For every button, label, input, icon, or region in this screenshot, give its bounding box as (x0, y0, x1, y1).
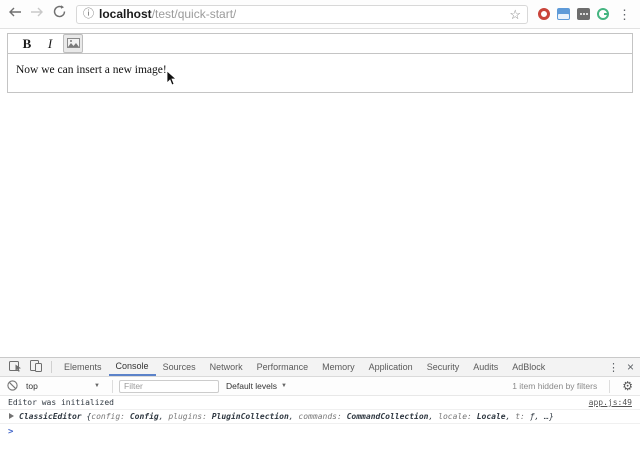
devtools-controls: ⋮ × (608, 358, 640, 376)
url-text: localhost/test/quick-start/ (99, 7, 236, 21)
device-toolbar-icon (30, 360, 42, 374)
prompt-chevron-icon: > (8, 427, 13, 437)
devtools-panel: ElementsConsoleSourcesNetworkPerformance… (0, 357, 640, 454)
inspect-element-button[interactable] (5, 358, 26, 376)
blue-window-extension-icon[interactable] (557, 8, 570, 20)
chevron-down-icon: ▼ (94, 383, 100, 389)
object-preview-part: commands: (298, 412, 341, 421)
green-ring-extension-icon[interactable] (597, 8, 609, 20)
console-log-row: Editor was initialized app.js:49 (0, 396, 640, 410)
object-preview-part: Locale (477, 412, 506, 421)
insert-image-button[interactable] (63, 34, 83, 53)
console-settings-gear-icon[interactable]: ⚙ (622, 380, 633, 392)
chevron-down-icon: ▼ (281, 383, 287, 389)
page-info-icon[interactable]: ⓘ (83, 9, 94, 20)
object-preview-part: , (429, 412, 439, 421)
log-levels-dropdown[interactable]: Default levels ▼ (226, 381, 287, 391)
expand-triangle-icon[interactable] (9, 413, 14, 419)
devtools-menu-icon[interactable]: ⋮ (608, 361, 619, 374)
clear-console-icon (7, 380, 18, 393)
log-message-text: Editor was initialized (8, 398, 114, 407)
forward-button[interactable] (28, 5, 46, 23)
console-messages: Editor was initialized app.js:49 Classic… (0, 396, 640, 440)
toolbar-separator (609, 380, 610, 393)
reload-icon (53, 5, 66, 23)
devtools-tab-console[interactable]: Console (109, 358, 156, 376)
source-location-link[interactable]: app.js:49 (589, 398, 632, 407)
toolbar-separator (112, 380, 113, 393)
console-object-row: ClassicEditor {config: Config, plugins: … (0, 410, 640, 424)
devtools-tab-elements[interactable]: Elements (57, 358, 109, 376)
tabbar-separator (51, 361, 52, 373)
context-label: top (26, 381, 38, 391)
back-arrow-icon (8, 5, 22, 23)
browser-toolbar: ⓘ localhost/test/quick-start/ ☆ ⋮ (0, 0, 640, 29)
bold-button[interactable]: B (17, 34, 37, 53)
object-preview-part: t: (515, 412, 525, 421)
console-filter-input[interactable] (119, 380, 219, 393)
devtools-tab-performance[interactable]: Performance (250, 358, 316, 376)
devtools-tab-memory[interactable]: Memory (315, 358, 362, 376)
object-preview-part: plugins: (168, 412, 207, 421)
object-preview-part: , (289, 412, 299, 421)
reload-button[interactable] (50, 5, 68, 23)
editor-content-area[interactable]: Now we can insert a new image! (7, 54, 633, 93)
devtools-tab-audits[interactable]: Audits (466, 358, 505, 376)
object-preview-part: , (535, 412, 545, 421)
forward-arrow-icon (30, 5, 44, 23)
console-prompt-row[interactable]: > (0, 424, 640, 440)
url-host: localhost (99, 7, 152, 21)
devtools-tabbar: ElementsConsoleSourcesNetworkPerformance… (0, 358, 640, 377)
object-preview-part: , (506, 412, 516, 421)
object-preview-part: Config (130, 412, 159, 421)
execution-context-selector[interactable]: top ▼ (26, 381, 100, 391)
browser-window: ⓘ localhost/test/quick-start/ ☆ ⋮ B I (0, 0, 640, 454)
object-preview-part: …} (544, 412, 554, 421)
italic-button[interactable]: I (40, 34, 60, 53)
console-object-preview: ClassicEditor {config: Config, plugins: … (19, 412, 554, 421)
devtools-tab-network[interactable]: Network (203, 358, 250, 376)
gray-dots-extension-icon[interactable] (577, 8, 590, 20)
editor-text: Now we can insert a new image! (16, 64, 167, 76)
red-ring-extension-icon[interactable] (538, 8, 550, 20)
rich-text-editor: B I Now we can insert a new image! (7, 33, 633, 93)
extensions-area (534, 8, 613, 20)
clear-console-button[interactable] (7, 380, 18, 393)
mouse-cursor-pointer (166, 70, 177, 91)
levels-label: Default levels (226, 381, 277, 391)
image-icon (67, 35, 80, 53)
object-preview-part: locale: (438, 412, 472, 421)
device-toolbar-button[interactable] (26, 358, 46, 376)
object-preview-part: CommandCollection (347, 412, 429, 421)
inspect-cursor-icon (9, 360, 22, 374)
hidden-items-note: 1 item hidden by filters (512, 381, 597, 391)
back-button[interactable] (6, 5, 24, 23)
object-preview-part: ClassicEditor (19, 412, 86, 421)
devtools-tab-sources[interactable]: Sources (156, 358, 203, 376)
url-path: /test/quick-start/ (152, 7, 237, 21)
devtools-tabs: ElementsConsoleSourcesNetworkPerformance… (57, 358, 552, 376)
console-toolbar: top ▼ Default levels ▼ 1 item hidden by … (0, 377, 640, 396)
editor-toolbar: B I (7, 33, 633, 54)
address-bar[interactable]: ⓘ localhost/test/quick-start/ ☆ (76, 5, 528, 24)
object-preview-part: , (159, 412, 169, 421)
object-preview-part: PluginCollection (212, 412, 289, 421)
console-toolbar-right: 1 item hidden by filters ⚙ (512, 380, 633, 393)
bookmark-star-icon[interactable]: ☆ (509, 8, 521, 21)
devtools-tab-application[interactable]: Application (362, 358, 420, 376)
page-content: B I Now we can insert a new image! (0, 29, 640, 357)
browser-menu-icon[interactable]: ⋮ (613, 8, 634, 21)
devtools-tab-adblock[interactable]: AdBlock (505, 358, 552, 376)
devtools-close-icon[interactable]: × (627, 360, 634, 374)
devtools-tab-security[interactable]: Security (420, 358, 467, 376)
object-preview-part: config: (91, 412, 125, 421)
